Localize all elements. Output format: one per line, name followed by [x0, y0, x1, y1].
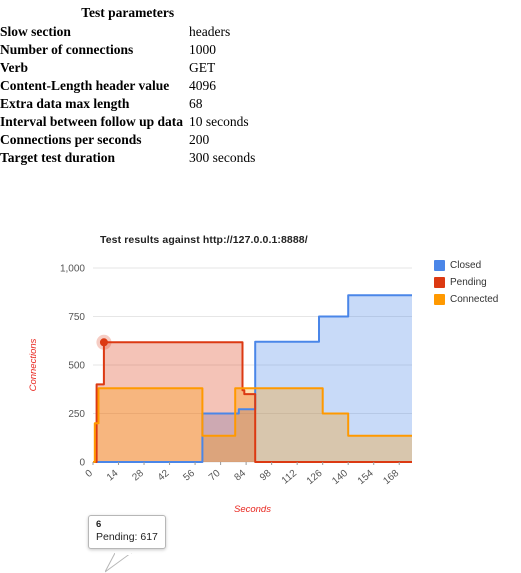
parameter-value: 1000: [189, 42, 216, 57]
chart-legend: Closed Pending Connected: [434, 258, 498, 309]
table-row: Content-Length header value 4096: [0, 77, 255, 95]
x-tick-label: 126: [305, 468, 325, 487]
x-tick-label: 98: [258, 468, 274, 484]
series-areas: [93, 295, 412, 462]
legend-item-label: Connected: [450, 294, 499, 305]
x-tick-label: 56: [181, 468, 197, 484]
table-row: Interval between follow up data 10 second…: [0, 113, 255, 131]
y-axis-title: Connections: [28, 338, 39, 391]
x-tick-label: 0: [84, 468, 96, 480]
test-parameters-table: Test parameters Slow section headers Number…: [0, 4, 255, 167]
data-tooltip: 6 Pending: 617: [88, 515, 166, 549]
legend-item-label: Pending: [450, 277, 487, 288]
table-row: Verb GET: [0, 59, 255, 77]
parameter-value: headers: [189, 24, 231, 39]
tooltip-title: 6: [96, 519, 102, 530]
highlighted-data-point[interactable]: [96, 334, 112, 350]
chart-container: Test results against http://127.0.0.1:88…: [0, 228, 521, 573]
legend-swatch-icon: [434, 277, 445, 288]
x-tick-label: 112: [280, 468, 300, 487]
table-row: Number of connections 1000: [0, 41, 255, 59]
x-axis-ticks: 0 14 28 42 56 70 84 98 112 126 140 154 168: [84, 462, 402, 487]
x-tick-label: 42: [156, 468, 172, 484]
parameter-label: Slow section: [0, 24, 71, 39]
x-axis-title: Seconds: [234, 504, 271, 515]
parameter-value: 200: [189, 132, 210, 147]
table-row: Extra data max length 68: [0, 95, 255, 113]
legend-item-connected[interactable]: Connected: [434, 292, 498, 307]
y-axis-ticks: 0 250 500 750 1,000: [60, 264, 85, 469]
parameter-label: Interval between follow up data: [0, 114, 183, 129]
legend-swatch-icon: [434, 260, 445, 271]
table-row: Slow section headers: [0, 23, 255, 41]
tooltip-pointer: [105, 553, 132, 573]
parameter-value: 10 seconds: [189, 114, 249, 129]
legend-swatch-icon: [434, 294, 445, 305]
x-tick-label: 154: [356, 468, 376, 487]
parameter-value: GET: [189, 60, 216, 75]
parameter-label: Content-Length header value: [0, 78, 170, 93]
table-heading: Test parameters: [81, 5, 175, 20]
y-tick-label: 500: [68, 361, 85, 372]
y-tick-label: 0: [79, 458, 85, 469]
x-tick-label: 140: [330, 468, 350, 487]
table-row: Connections per seconds 200: [0, 131, 255, 149]
parameter-label: Number of connections: [0, 42, 134, 57]
x-tick-label: 84: [232, 468, 248, 484]
point-marker[interactable]: [99, 338, 108, 347]
y-tick-label: 1,000: [60, 264, 85, 275]
parameter-label: Extra data max length: [0, 96, 130, 111]
parameter-label: Verb: [0, 60, 29, 75]
y-tick-label: 750: [68, 312, 85, 323]
x-tick-label: 28: [130, 468, 146, 484]
tooltip-body: Pending: 617: [96, 531, 158, 543]
legend-item-closed[interactable]: Closed: [434, 258, 498, 273]
parameter-label: Target test duration: [0, 150, 115, 165]
parameter-label: Connections per seconds: [0, 132, 142, 147]
x-tick-label: 70: [207, 468, 223, 484]
legend-item-label: Closed: [450, 260, 482, 271]
table-header-row: Test parameters: [0, 4, 255, 23]
parameter-value: 68: [189, 96, 203, 111]
table-row: Target test duration 300 seconds: [0, 149, 255, 167]
y-tick-label: 250: [68, 409, 85, 420]
x-tick-label: 14: [105, 468, 121, 484]
parameter-value: 4096: [189, 78, 216, 93]
parameter-value: 300 seconds: [189, 150, 256, 165]
x-tick-label: 168: [381, 468, 401, 487]
legend-item-pending[interactable]: Pending: [434, 275, 498, 290]
